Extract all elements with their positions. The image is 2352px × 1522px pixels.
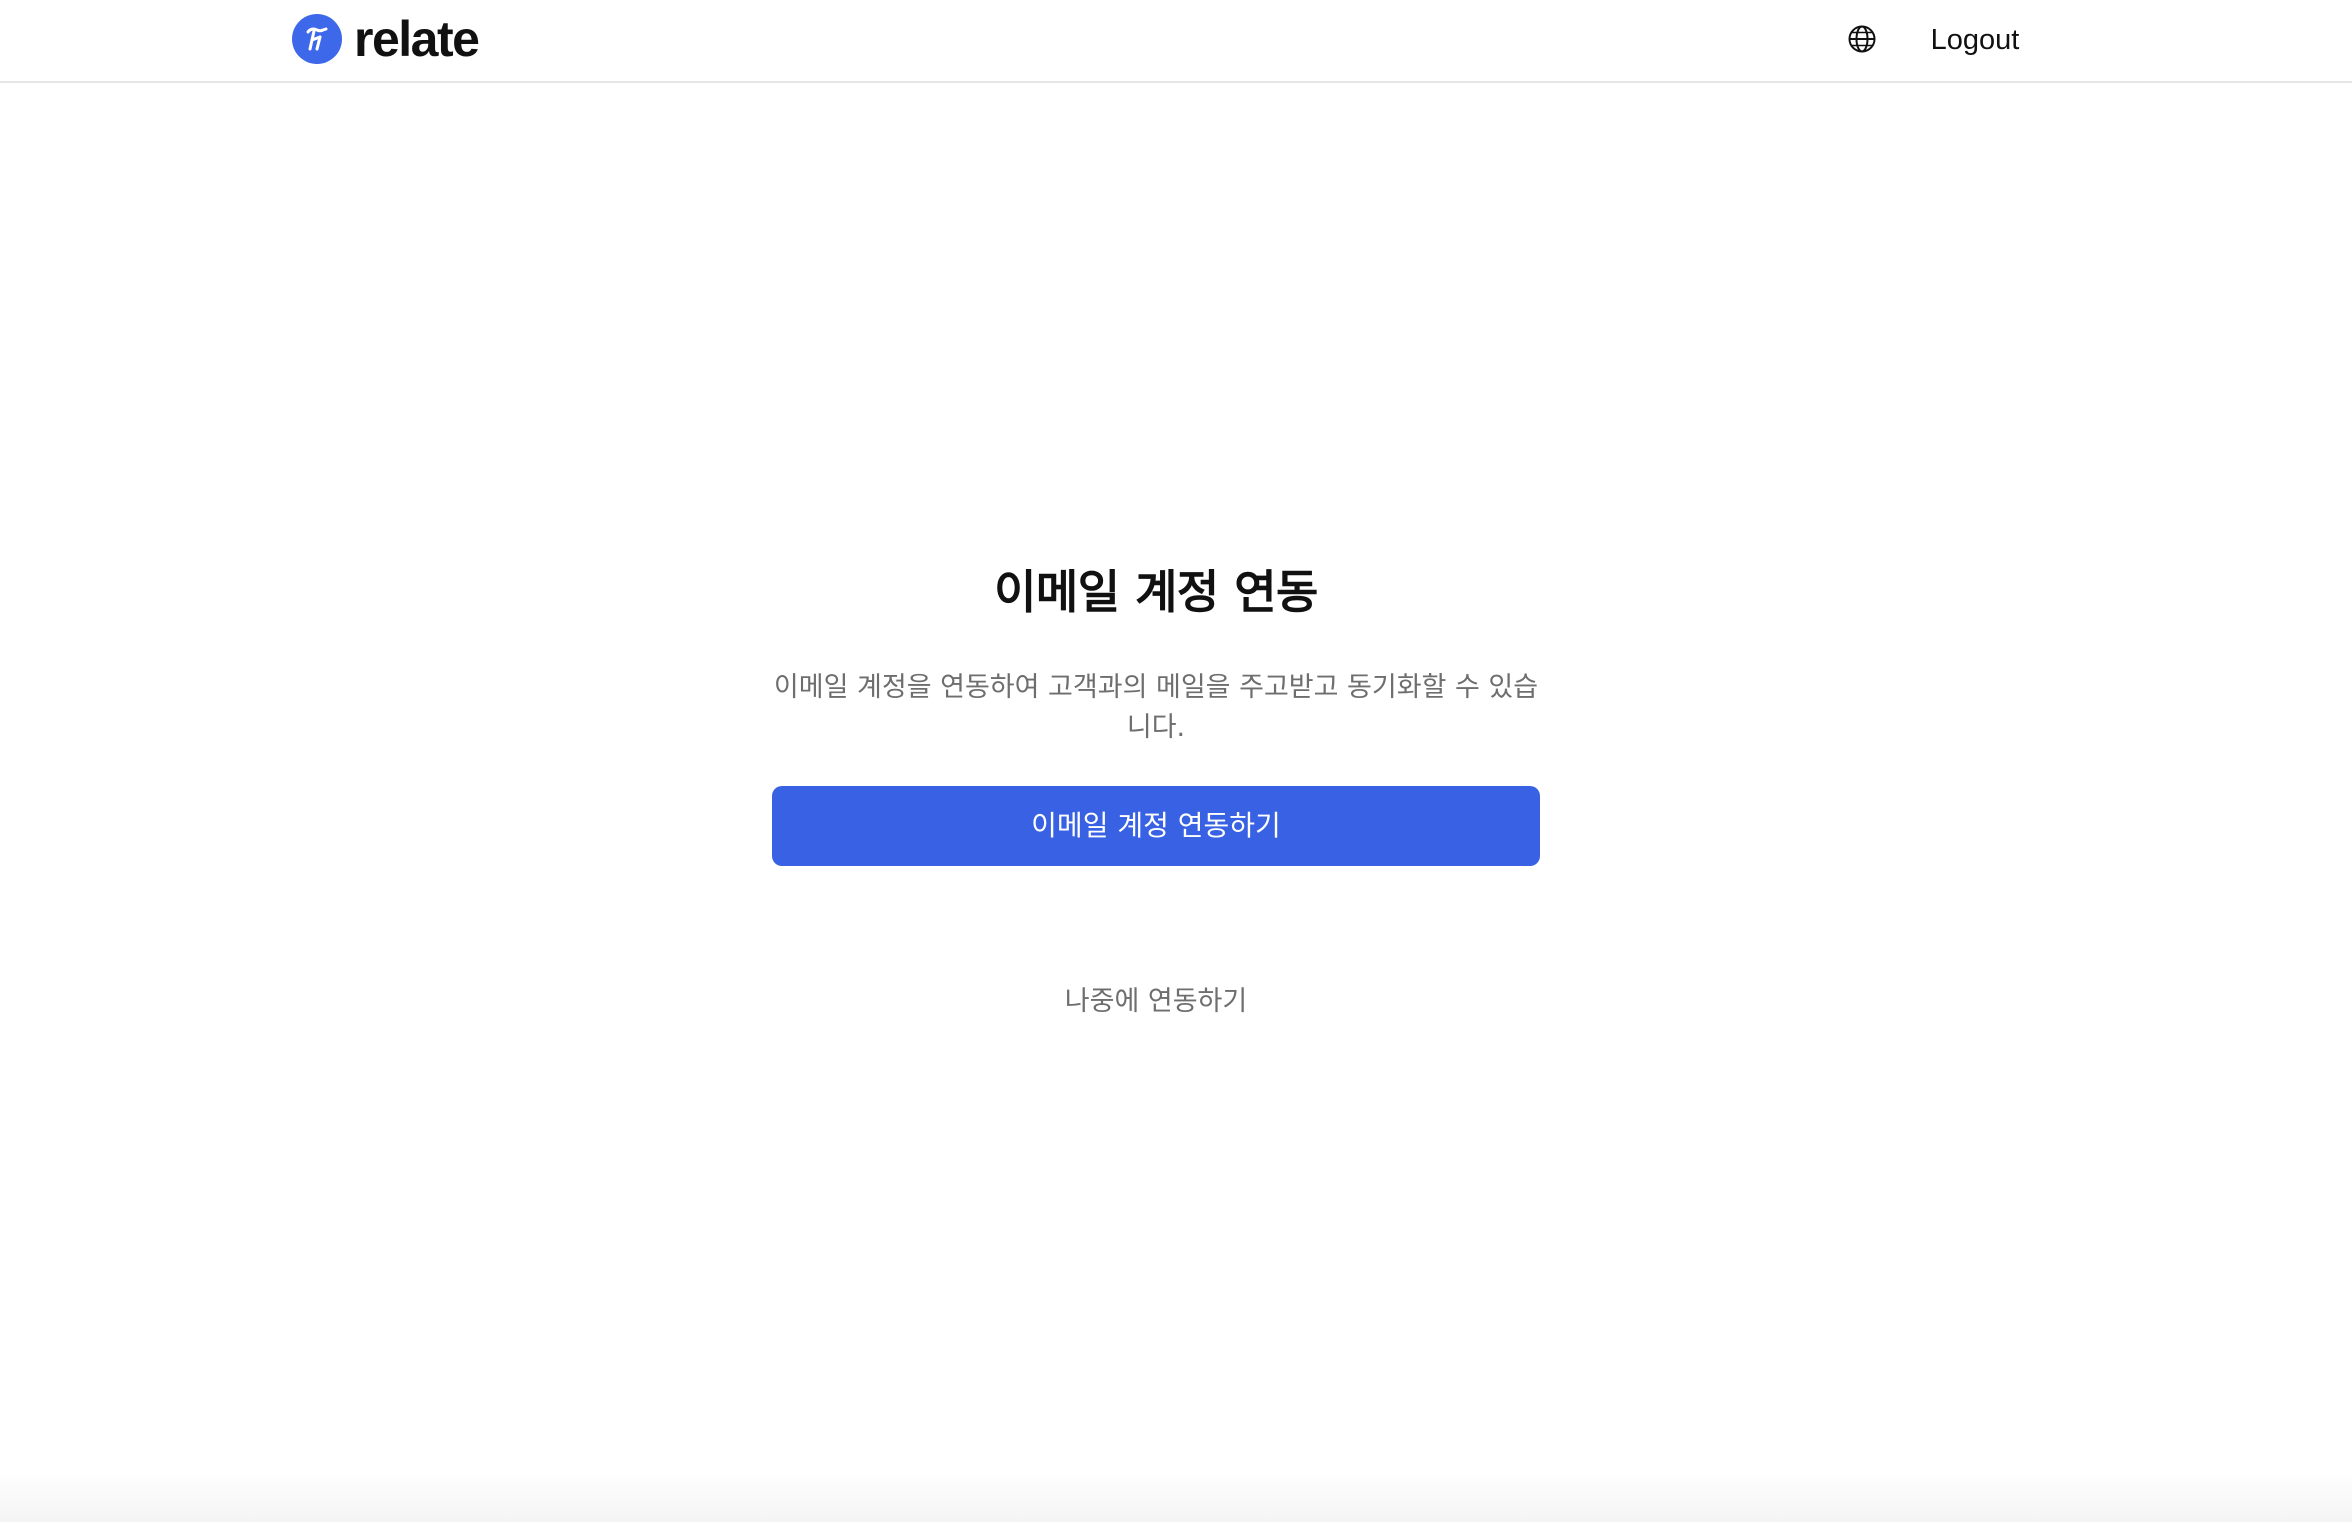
relate-logo-icon — [292, 14, 342, 64]
page: relate Logout 이메일 계정 연동 이메일 계정을 연동하여 고객과… — [0, 0, 2352, 1522]
connect-email-button[interactable]: 이메일 계정 연동하기 — [772, 786, 1540, 866]
top-navbar: relate Logout — [0, 0, 2352, 83]
page-description: 이메일 계정을 연동하여 고객과의 메일을 주고받고 동기화할 수 있습니다. — [773, 672, 1539, 743]
brand-logo[interactable]: relate — [292, 11, 480, 67]
page-title: 이메일 계정 연동 — [994, 565, 1318, 619]
connect-later-link[interactable]: 나중에 연동하기 — [1065, 982, 1247, 1022]
logout-button[interactable]: Logout — [1920, 18, 2030, 62]
globe-icon — [1847, 24, 1877, 58]
language-button[interactable] — [1844, 23, 1880, 59]
brand-name: relate — [354, 11, 480, 67]
email-connect-panel: 이메일 계정 연동 이메일 계정을 연동하여 고객과의 메일을 주고받고 동기화… — [770, 560, 1542, 1022]
